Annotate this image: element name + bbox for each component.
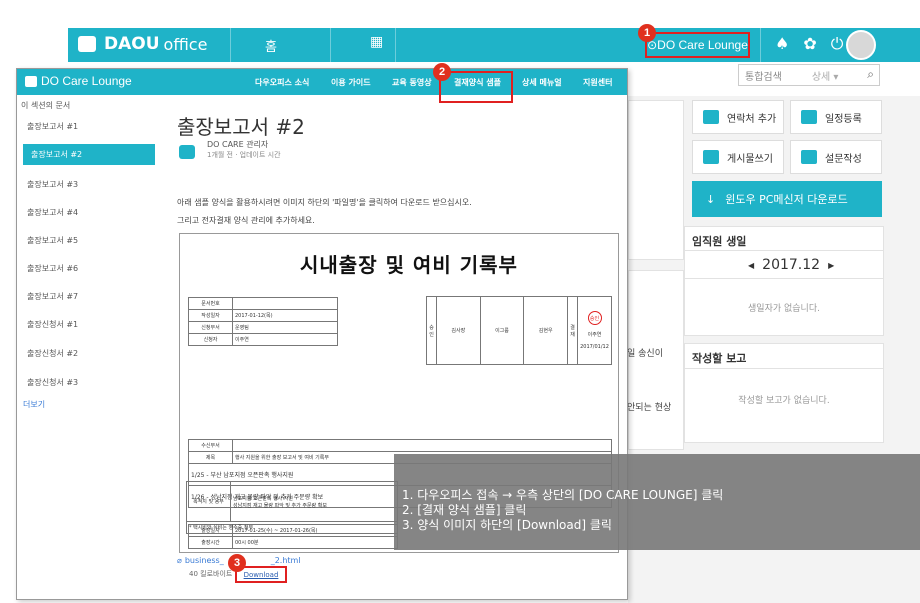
nav-manual[interactable]: 상세 메뉴얼 bbox=[522, 77, 562, 88]
step-badge-3: 3 bbox=[228, 554, 246, 572]
avatar[interactable] bbox=[846, 30, 876, 60]
create-survey-button[interactable]: 설문작성 bbox=[790, 140, 882, 174]
add-contact-button[interactable]: 연락처 추가 bbox=[692, 100, 784, 134]
search-icon[interactable]: ⌕ bbox=[867, 67, 874, 82]
sidebar-item-report-1[interactable]: 출장보고서 #1 bbox=[27, 121, 78, 132]
instruction-line: 아래 샘플 양식을 활용하시려면 이미지 하단의 '파일명'을 클릭하여 다운로… bbox=[177, 198, 472, 207]
post-fragment: 일 송신이 bbox=[627, 349, 663, 359]
contact-icon bbox=[703, 110, 719, 124]
instruction-line: 그리고 전자결재 양식 관리에 추가하세요. bbox=[177, 216, 315, 225]
center-widget bbox=[628, 100, 684, 260]
attachment-size: 40 킬로바이트 bbox=[189, 570, 233, 578]
step-badge-1: 1 bbox=[638, 24, 656, 42]
approval-stamp: 승인 bbox=[587, 311, 602, 325]
prev-month-icon[interactable]: ◀ bbox=[748, 261, 754, 270]
divider bbox=[230, 28, 231, 62]
author-name: DO CARE 관리자 bbox=[207, 140, 269, 149]
divider bbox=[684, 368, 884, 369]
logo-icon bbox=[25, 75, 37, 87]
divider bbox=[760, 28, 761, 62]
author-icon bbox=[179, 145, 195, 159]
top-icons: ♠ ✿ ⏻ bbox=[775, 34, 843, 54]
next-month-icon[interactable]: ▶ bbox=[828, 261, 834, 270]
birthday-empty: 생일자가 없습니다. bbox=[748, 304, 820, 314]
grid-icon[interactable]: ▦ bbox=[370, 34, 383, 50]
nav-approval-sample[interactable]: 결재양식 샘플 bbox=[454, 77, 501, 88]
check-icon bbox=[703, 150, 719, 164]
divider bbox=[684, 278, 884, 279]
sidebar-item-report-5[interactable]: 출장보고서 #5 bbox=[27, 235, 78, 246]
add-schedule-button[interactable]: 일정등록 bbox=[790, 100, 882, 134]
divider bbox=[395, 28, 396, 62]
daou-office-logo[interactable]: DAOU office bbox=[78, 34, 207, 54]
sidebar-item-request-1[interactable]: 출장신청서 #1 bbox=[27, 319, 78, 330]
post-fragment: 안되는 현상 bbox=[627, 403, 672, 413]
center-widget bbox=[628, 270, 684, 450]
nav-support[interactable]: 지원센터 bbox=[583, 77, 612, 88]
divider bbox=[684, 250, 884, 251]
page-title: 출장보고서 #2 bbox=[177, 115, 305, 139]
form-info-table: 문서번호 작성일자 2017-01-12(목) 신청부서 운영팀 신청자 이주연 bbox=[188, 297, 338, 346]
sidebar-heading: 이 섹션의 문서 bbox=[21, 101, 71, 110]
sidebar-item-request-3[interactable]: 출장신청서 #3 bbox=[27, 377, 78, 388]
sidebar-item-report-2[interactable]: 출장보고서 #2 bbox=[23, 144, 155, 165]
write-post-button[interactable]: 게시물쓰기 bbox=[692, 140, 784, 174]
sidebar-item-report-4[interactable]: 출장보고서 #4 bbox=[27, 207, 78, 218]
birthday-month-nav: ◀ 2017.12 ▶ bbox=[748, 257, 835, 273]
sidebar-item-report-3[interactable]: 출장보고서 #3 bbox=[27, 179, 78, 190]
calendar-icon bbox=[801, 110, 817, 124]
gear-icon[interactable]: ✿ bbox=[803, 34, 816, 54]
form-title: 시내출장 및 여비 기록부 bbox=[300, 253, 518, 277]
sidebar-item-report-7[interactable]: 출장보고서 #7 bbox=[27, 291, 78, 302]
bell-icon[interactable]: ♠ bbox=[775, 34, 789, 54]
home-nav[interactable]: 홈 bbox=[265, 36, 277, 55]
logo-icon bbox=[78, 36, 96, 52]
paperclip-icon: ⌀ bbox=[177, 556, 182, 565]
download-arrow-icon: ↓ bbox=[706, 192, 716, 206]
sidebar-more-link[interactable]: 더보기 bbox=[23, 399, 45, 410]
power-icon[interactable]: ⏻ bbox=[831, 34, 844, 54]
search-option[interactable]: 상세 ▾ bbox=[812, 68, 839, 83]
instruction-tooltip: 1. 다우오피스 접속 → 우측 상단의 [DO CARE LOUNGE] 클릭… bbox=[394, 454, 920, 550]
window-title: DO Care Lounge bbox=[25, 74, 132, 88]
nav-video[interactable]: 교육 동영상 bbox=[392, 77, 432, 88]
author-meta: 1개월 전 · 업데이트 시간 bbox=[207, 151, 281, 159]
survey-icon bbox=[801, 150, 817, 164]
report-empty: 작성할 보고가 없습니다. bbox=[738, 396, 830, 406]
birthday-title: 임직원 생일 bbox=[692, 235, 747, 248]
trip-purpose-block: 목적지 및 용무 남포지점 오픈판촉 행사 지원 성남지점 재고 물량 파악 및 추… bbox=[186, 481, 398, 542]
approval-table: 승인 김사장 이그룹 김현우 결재 승인 이주연 2017/01/12 bbox=[426, 296, 612, 365]
divider bbox=[330, 28, 331, 62]
nav-guide[interactable]: 이용 가이드 bbox=[331, 77, 371, 88]
step-badge-2: 2 bbox=[433, 63, 451, 81]
author-info: DO CARE 관리자 1개월 전 · 업데이트 시간 bbox=[207, 140, 281, 160]
report-title: 작성할 보고 bbox=[692, 352, 747, 365]
pc-messenger-download-button[interactable]: ↓ 윈도우 PC메신저 다운로드 bbox=[692, 181, 882, 217]
search-input[interactable]: 통합검색 상세 ▾ ⌕ bbox=[738, 64, 880, 86]
sidebar-item-request-2[interactable]: 출장신청서 #2 bbox=[27, 348, 78, 359]
nav-news[interactable]: 다우오피스 소식 bbox=[255, 77, 309, 88]
do-care-lounge-link[interactable]: ⊙ DO Care Lounge bbox=[645, 32, 750, 58]
sidebar-item-report-6[interactable]: 출장보고서 #6 bbox=[27, 263, 78, 274]
